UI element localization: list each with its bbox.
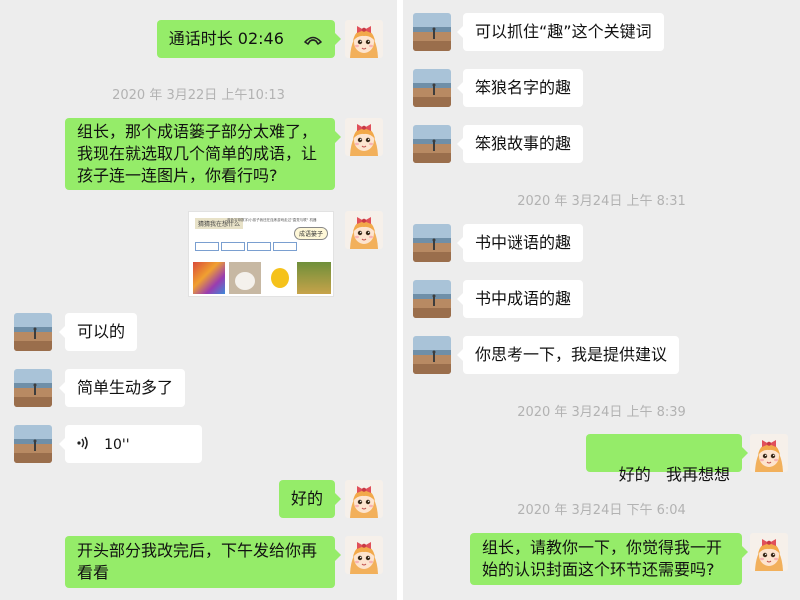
message-bubble[interactable]: 好的 我再想想 [586, 434, 748, 484]
image-pic-2 [229, 262, 261, 294]
message-bubble[interactable]: 书中谜语的趣 [456, 224, 584, 262]
my-avatar[interactable] [345, 211, 383, 249]
message-text: 你思考一下，我是提供建议 [475, 345, 668, 364]
message-bubble[interactable]: 可以抓住“趣”这个关键词 [457, 13, 664, 51]
message-text: 好的 [290, 489, 323, 508]
contact-avatar[interactable] [413, 69, 451, 107]
my-avatar[interactable] [345, 480, 383, 518]
timestamp: 2020 年 3月24日 下午 6:04 [517, 503, 686, 518]
image-badge: 成语篓子 [293, 227, 328, 240]
image-header-subtitle: 蓝色字母数字/小孩子我还在连练游戏走过"直觉与联" 机器 [227, 218, 317, 222]
phone-handset-icon [303, 29, 323, 51]
contact-avatar[interactable] [14, 425, 52, 463]
message-text: 书中谜语的趣 [475, 233, 572, 252]
right-chat-panel: 可以抓住“趣”这个关键词 笨狼名字的趣 笨狼故事的趣 2020 年 3月24日 … [403, 0, 800, 600]
contact-avatar[interactable] [413, 280, 451, 318]
my-avatar[interactable] [750, 434, 788, 472]
message-bubble[interactable]: 可以的 [58, 313, 138, 351]
timestamp: 2020 年 3月22日 上午10:13 [112, 88, 285, 103]
message-text: 可以抓住“趣”这个关键词 [475, 22, 652, 41]
message-text: 组长，请教你一下，你觉得我一开始的认识封面这个环节还需要吗? [482, 538, 723, 579]
message-text: 笨狼故事的趣 [475, 134, 572, 153]
message-text: 简单生动多了 [77, 378, 174, 397]
contact-avatar[interactable] [413, 336, 451, 374]
message-bubble[interactable]: 好的 [278, 480, 342, 518]
image-pic-4 [297, 262, 331, 294]
voice-duration: 10'' [104, 437, 130, 453]
contact-avatar[interactable] [14, 313, 52, 351]
message-text: 笨狼名字的趣 [475, 78, 572, 97]
voice-wave-icon [77, 434, 89, 456]
message-text: 可以的 [77, 322, 126, 341]
image-pic-1 [193, 262, 225, 294]
left-chat-panel: 通话时长 02:46 2020 年 3月22日 上午10:13 组长，那个成语篓… [0, 0, 397, 600]
message-bubble[interactable]: 组长，那个成语篓子部分太难了，我现在就选取几个简单的成语，让孩子连一连图片，你看… [65, 118, 341, 190]
image-message[interactable]: 猜猜我在想什么 蓝色字母数字/小孩子我还在连练游戏走过"直觉与联" 机器 成语篓… [188, 211, 334, 297]
my-avatar[interactable] [345, 118, 383, 156]
contact-avatar[interactable] [14, 369, 52, 407]
call-record-text: 通话时长 02:46 [168, 29, 284, 48]
image-pic-3 [265, 262, 295, 294]
message-text: 开头部分我改完后，下午发给你再看看 [77, 541, 318, 582]
message-bubble[interactable]: 笨狼故事的趣 [456, 125, 584, 163]
message-bubble[interactable]: 你思考一下，我是提供建议 [456, 336, 680, 374]
contact-avatar[interactable] [413, 125, 451, 163]
message-text: 书中成语的趣 [475, 289, 572, 308]
message-bubble[interactable]: 简单生动多了 [58, 369, 186, 407]
message-bubble[interactable]: 开头部分我改完后，下午发给你再看看 [65, 536, 341, 588]
voice-message[interactable]: 10'' [59, 425, 202, 463]
timestamp: 2020 年 3月24日 上午 8:31 [517, 194, 686, 209]
contact-avatar[interactable] [413, 224, 451, 262]
image-word-cards [195, 242, 297, 252]
my-avatar[interactable] [345, 20, 383, 58]
contact-avatar[interactable] [413, 13, 451, 51]
message-bubble[interactable]: 笨狼名字的趣 [456, 69, 584, 107]
timestamp: 2020 年 3月24日 上午 8:39 [517, 405, 686, 420]
my-avatar[interactable] [750, 533, 788, 571]
my-avatar[interactable] [345, 536, 383, 574]
message-text: 好的 我再想想 [618, 465, 730, 484]
message-bubble[interactable]: 书中成语的趣 [456, 280, 584, 318]
message-text: 组长，那个成语篓子部分太难了，我现在就选取几个简单的成语，让孩子连一连图片，你看… [77, 122, 318, 185]
message-bubble[interactable]: 组长，请教你一下，你觉得我一开始的认识封面这个环节还需要吗? [470, 533, 748, 585]
call-record-message[interactable]: 通话时长 02:46 [156, 20, 342, 58]
